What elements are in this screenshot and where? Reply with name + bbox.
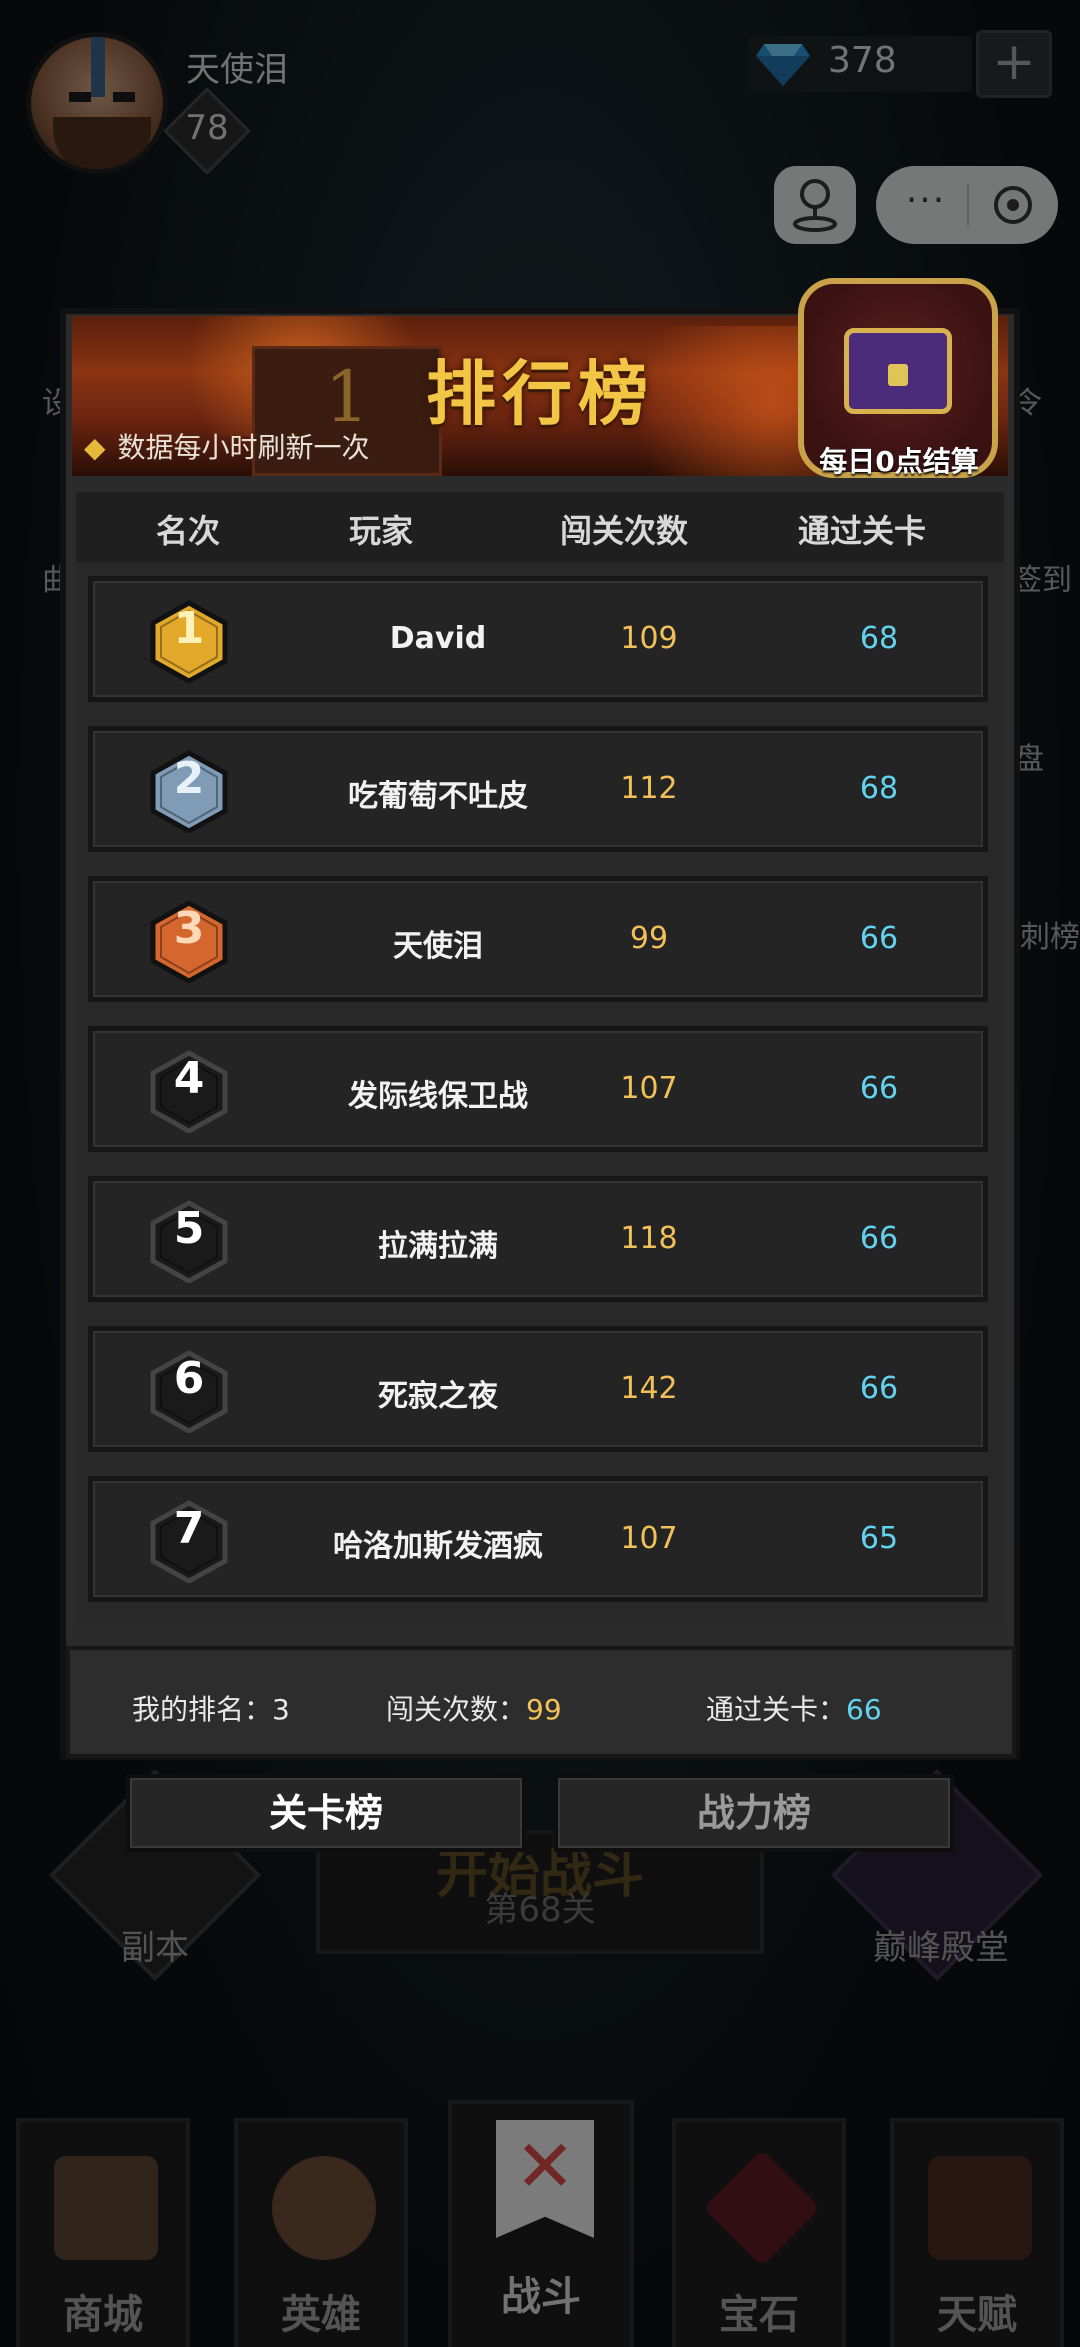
player-name-cell: 发际线保卫战 [348,1079,528,1114]
rank-number: 3 [173,903,205,954]
refresh-note: ◆ 数据每小时刷新一次 [84,431,370,464]
rank-number: 6 [173,1353,205,1404]
tries-cell: 142 [620,1371,678,1406]
rank-number: 7 [173,1503,205,1554]
tries-cell: 118 [620,1221,678,1256]
daily-settle-label: 每日0点结算 [819,445,979,478]
player-name-cell: David [389,621,487,656]
rank-number: 2 [173,753,205,804]
stage-cell: 66 [859,1071,899,1106]
my-rank: 我的排名：3 [132,1693,290,1726]
tries-cell: 112 [620,771,678,806]
table-row[interactable]: 6 死寂之夜 142 66 [88,1326,988,1452]
tab-stage-ranking[interactable]: 关卡榜 [126,1774,526,1852]
stage-cell: 65 [859,1521,899,1556]
table-row[interactable]: 3 天使泪 99 66 [88,876,988,1002]
table-row[interactable]: 1 David 109 68 [88,576,988,702]
tries-cell: 109 [620,621,678,656]
table-row[interactable]: 7 哈洛加斯发酒疯 107 65 [88,1476,988,1602]
stage-cell: 66 [859,1371,899,1406]
table-row[interactable]: 2 吃葡萄不吐皮 112 68 [88,726,988,852]
player-name-cell: 死寂之夜 [378,1379,498,1414]
column-player: 玩家 [348,512,413,550]
stage-cell: 68 [859,771,899,806]
stage-cell: 66 [859,1221,899,1256]
tries-cell: 107 [620,1071,678,1106]
table-row[interactable]: 4 发际线保卫战 107 66 [88,1026,988,1152]
rank-number: 5 [173,1203,205,1254]
player-name-cell: 拉满拉满 [378,1229,498,1264]
player-name-cell: 天使泪 [393,929,483,964]
column-tries: 闯关次数 [559,512,688,550]
rank-number: 4 [173,1053,205,1104]
column-stage: 通过关卡 [797,512,926,550]
diamond-bullet-icon: ◆ [84,431,106,464]
tab-power-ranking[interactable]: 战力榜 [554,1774,954,1852]
player-name-cell: 哈洛加斯发酒疯 [333,1529,543,1564]
my-stage: 通过关卡：66 [706,1693,882,1726]
my-tries: 闯关次数：99 [386,1693,562,1726]
stage-cell: 68 [859,621,899,656]
table-row[interactable]: 5 拉满拉满 118 66 [88,1176,988,1302]
rank-number: 1 [173,603,205,654]
column-rank: 名次 [155,512,220,550]
stage-cell: 66 [859,921,899,956]
player-name-cell: 吃葡萄不吐皮 [348,779,528,814]
tries-cell: 107 [620,1521,678,1556]
tries-cell: 99 [629,921,669,956]
